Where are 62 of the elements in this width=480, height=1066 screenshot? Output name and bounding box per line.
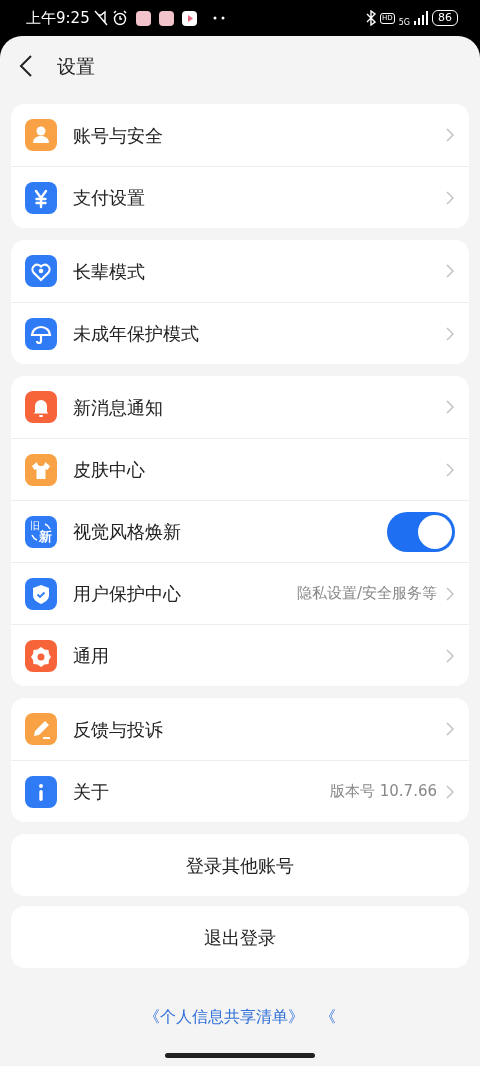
chevron-right-icon xyxy=(445,325,455,342)
row-label: 视觉风格焕新 xyxy=(73,520,181,544)
policy-link[interactable]: 《个人信息共享清单》 xyxy=(144,1005,304,1029)
settings-row[interactable]: 用户保护中心 隐私设置/安全服务等 xyxy=(11,562,469,624)
bell-icon xyxy=(25,391,57,423)
chevron-right-icon xyxy=(445,263,455,279)
shirt-icon xyxy=(25,453,57,486)
row-label: 通用 xyxy=(73,644,109,668)
style-icon: 旧 新 xyxy=(25,515,57,548)
account-button[interactable]: 退出登录 xyxy=(11,906,469,968)
signal-icon xyxy=(414,11,428,25)
chevron-right-icon xyxy=(445,461,455,478)
back-icon[interactable] xyxy=(19,54,33,78)
row-label: 用户保护中心 xyxy=(73,582,181,606)
more-icon xyxy=(212,16,225,20)
mute-icon xyxy=(93,10,108,26)
row-label: 账号与安全 xyxy=(73,123,163,148)
person-icon xyxy=(25,119,57,151)
yen-icon xyxy=(25,181,57,214)
status-time: 上午9:25 xyxy=(26,7,90,29)
bluetooth-icon xyxy=(366,10,377,26)
chevron-right-icon xyxy=(445,399,455,415)
row-value: 版本号 10.7.66 xyxy=(329,781,437,803)
chevron-right-icon xyxy=(445,647,455,664)
pencil-icon xyxy=(25,713,57,745)
chevron-right-icon xyxy=(445,721,455,737)
umbrella-icon xyxy=(25,317,57,350)
row-label: 支付设置 xyxy=(73,186,145,210)
policy-link[interactable]: 《 xyxy=(320,1005,336,1029)
network-label: 5G xyxy=(398,19,410,27)
account-button[interactable]: 登录其他账号 xyxy=(11,834,469,896)
settings-row[interactable]: 新消息通知 xyxy=(11,376,469,438)
row-label: 关于 xyxy=(73,780,109,804)
info-icon xyxy=(25,775,57,808)
settings-row[interactable]: 账号与安全 xyxy=(11,104,469,166)
settings-row[interactable]: 支付设置 xyxy=(11,166,469,228)
settings-row[interactable]: 未成年保护模式 xyxy=(11,302,469,364)
battery-level: 86 xyxy=(432,10,458,26)
row-label: 新消息通知 xyxy=(73,395,163,420)
app-icon xyxy=(135,10,151,26)
play-icon xyxy=(181,10,197,26)
settings-row[interactable]: 长辈模式 xyxy=(11,240,469,302)
chevron-right-icon xyxy=(445,127,455,143)
row-label: 长辈模式 xyxy=(73,259,145,284)
settings-row[interactable]: 皮肤中心 xyxy=(11,438,469,500)
row-value: 隐私设置/安全服务等 xyxy=(296,583,437,605)
settings-row[interactable]: 旧 新 视觉风格焕新 xyxy=(11,500,469,562)
app-icon xyxy=(158,10,174,26)
toggle-switch[interactable] xyxy=(387,511,455,552)
chevron-right-icon xyxy=(445,783,455,800)
row-label: 反馈与投诉 xyxy=(73,717,163,742)
gear-icon xyxy=(25,639,57,672)
chevron-right-icon xyxy=(445,189,455,206)
chevron-right-icon xyxy=(445,585,455,602)
row-label: 未成年保护模式 xyxy=(73,322,199,346)
settings-row[interactable]: 关于 版本号 10.7.66 xyxy=(11,760,469,822)
shield-icon xyxy=(25,577,57,610)
page-title: 设置 xyxy=(57,53,95,79)
alarm-icon xyxy=(111,10,128,26)
settings-row[interactable]: 通用 xyxy=(11,624,469,686)
settings-row[interactable]: 反馈与投诉 xyxy=(11,698,469,760)
row-label: 皮肤中心 xyxy=(73,458,145,482)
